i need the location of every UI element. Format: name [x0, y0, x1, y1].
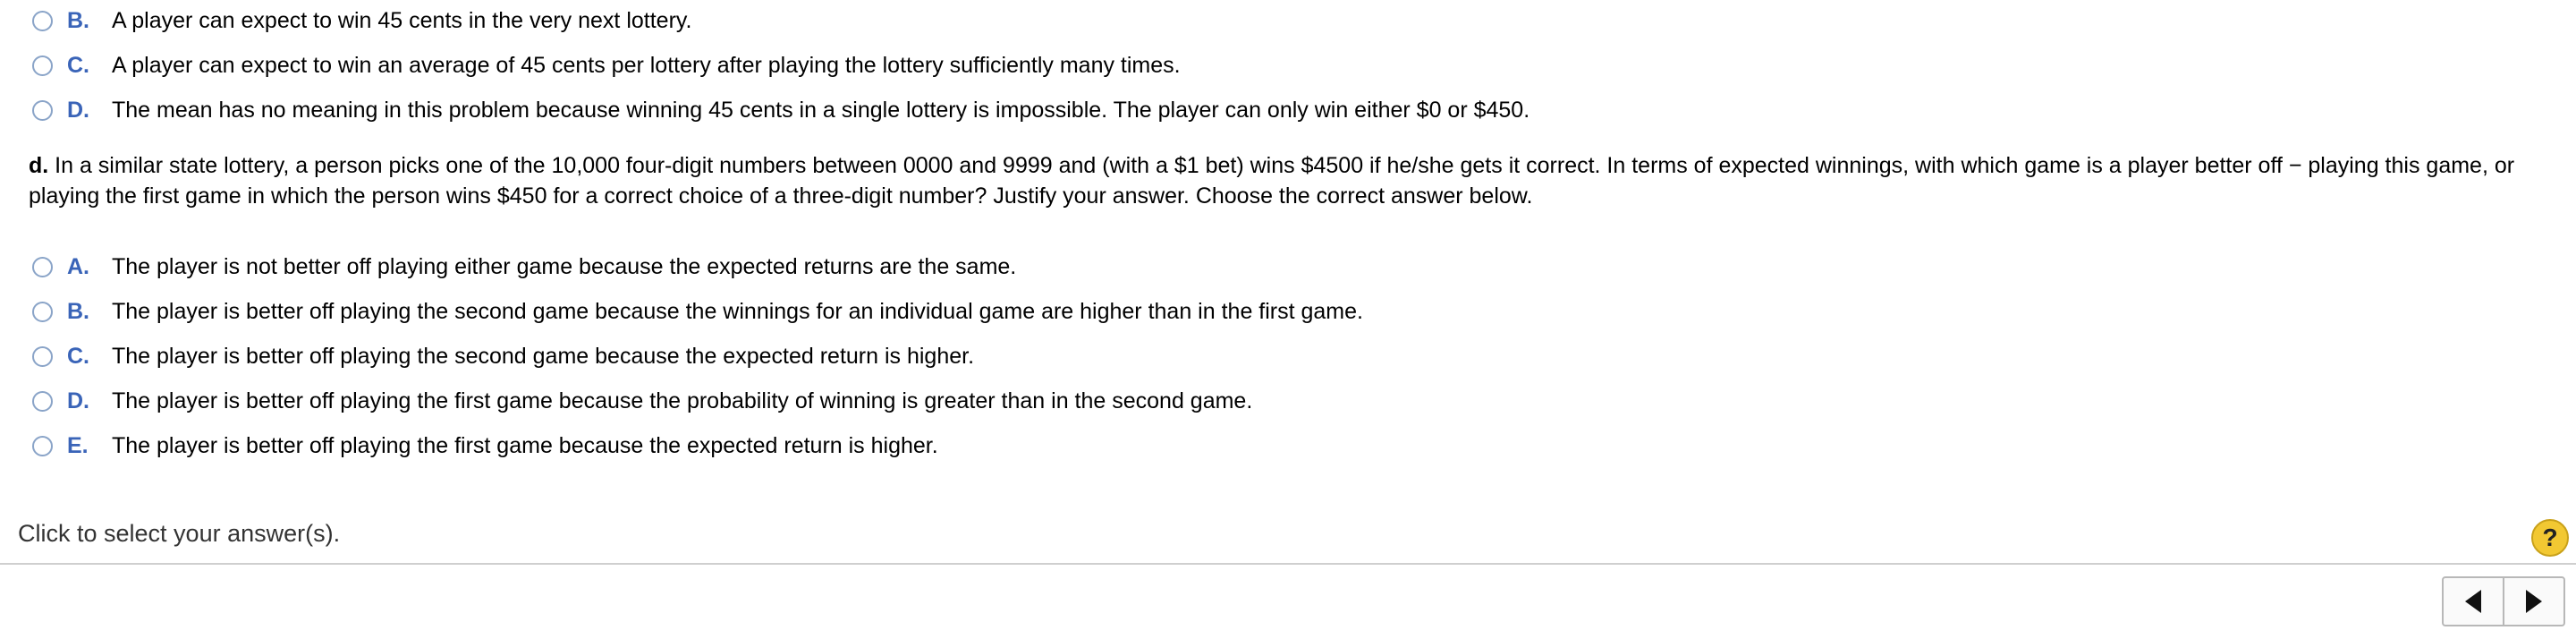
option-letter: A. [67, 253, 89, 279]
option-text: The mean has no meaning in this problem … [112, 97, 1530, 123]
radio-button-icon[interactable] [32, 256, 53, 277]
option-b[interactable]: B. The player is better off playing the … [32, 294, 1363, 329]
option-letter: D. [67, 388, 89, 413]
navigation-buttons [2442, 576, 2565, 626]
option-d[interactable]: D. The player is better off playing the … [32, 383, 1252, 419]
help-icon[interactable]: ? [2531, 519, 2569, 557]
radio-button-icon[interactable] [32, 345, 53, 367]
option-text: The player is better off playing the fir… [112, 388, 1253, 413]
radio-button-icon[interactable] [32, 390, 53, 412]
next-button[interactable] [2504, 578, 2563, 625]
triangle-left-icon [2465, 590, 2481, 613]
option-text: The player is not better off playing eit… [112, 253, 1017, 279]
radio-button-icon[interactable] [32, 99, 53, 121]
option-e[interactable]: E. The player is better off playing the … [32, 428, 938, 464]
option-text: The player is better off playing the sec… [112, 343, 975, 369]
option-letter: B. [67, 298, 89, 324]
radio-button-icon[interactable] [32, 55, 53, 76]
question-page: B. A player can expect to win 45 cents i… [0, 0, 2576, 639]
previous-button[interactable] [2444, 578, 2503, 625]
option-letter: C. [67, 52, 89, 78]
option-letter: B. [67, 7, 89, 33]
option-text: A player can expect to win 45 cents in t… [112, 7, 692, 33]
option-c[interactable]: C. The player is better off playing the … [32, 338, 974, 374]
option-letter: D. [67, 97, 89, 123]
question-d: d. In a similar state lottery, a person … [29, 150, 2542, 211]
radio-button-icon[interactable] [32, 10, 53, 31]
option-letter: E. [67, 432, 89, 458]
option-a[interactable]: A. The player is not better off playing … [32, 249, 1016, 285]
question-text: In a similar state lottery, a person pic… [29, 153, 2515, 209]
option-c-top[interactable]: C. A player can expect to win an average… [32, 47, 1181, 83]
option-text: The player is better off playing the fir… [112, 432, 938, 458]
option-text: The player is better off playing the sec… [112, 298, 1363, 324]
radio-button-icon[interactable] [32, 435, 53, 456]
option-text: A player can expect to win an average of… [112, 52, 1181, 78]
triangle-right-icon [2526, 590, 2542, 613]
help-label: ? [2542, 524, 2558, 551]
option-d-top[interactable]: D. The mean has no meaning in this probl… [32, 92, 1530, 128]
option-b-top[interactable]: B. A player can expect to win 45 cents i… [32, 3, 692, 38]
answer-instruction: Click to select your answer(s). [18, 520, 341, 547]
question-label: d. [29, 153, 49, 178]
radio-button-icon[interactable] [32, 301, 53, 322]
option-letter: C. [67, 343, 89, 369]
footer-divider [0, 563, 2576, 565]
